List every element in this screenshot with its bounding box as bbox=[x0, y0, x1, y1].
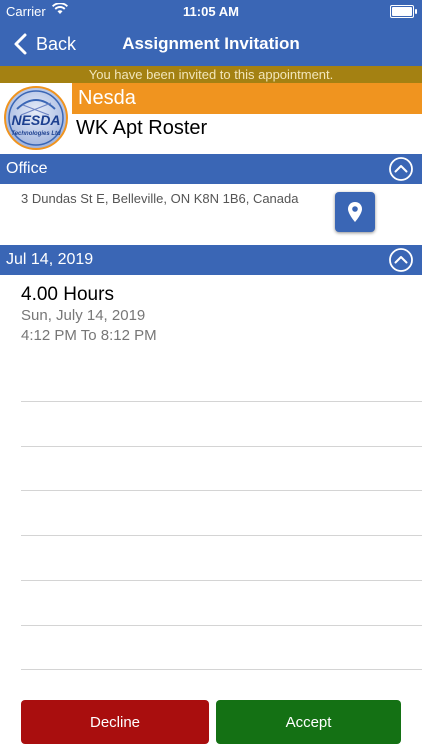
clock-time: 11:05 AM bbox=[183, 4, 239, 19]
list-divider bbox=[21, 669, 422, 670]
accept-button[interactable]: Accept bbox=[216, 700, 401, 744]
location-section-header[interactable]: Office bbox=[0, 154, 422, 184]
chevron-up-icon[interactable] bbox=[389, 248, 413, 272]
list-divider bbox=[21, 446, 422, 447]
list-divider bbox=[21, 625, 422, 626]
chevron-up-icon[interactable] bbox=[389, 157, 413, 181]
appointment-time-range: 4:12 PM To 8:12 PM bbox=[21, 327, 157, 344]
appointment-date: Sun, July 14, 2019 bbox=[21, 307, 146, 324]
duration-label: 4.00 Hours bbox=[21, 284, 114, 305]
list-divider bbox=[21, 580, 422, 581]
status-bar: Carrier 11:05 AM bbox=[0, 0, 422, 22]
schedule-section-header[interactable]: Jul 14, 2019 bbox=[0, 245, 422, 275]
list-divider bbox=[21, 490, 422, 491]
company-name: Nesda bbox=[72, 83, 422, 114]
company-logo: NESDA Technologies Ltd bbox=[2, 83, 70, 153]
map-pin-button[interactable] bbox=[335, 192, 375, 232]
map-pin-icon bbox=[348, 202, 362, 222]
chevron-left-icon bbox=[14, 33, 27, 55]
roster-name: WK Apt Roster bbox=[72, 114, 422, 154]
logo-text: NESDA bbox=[11, 112, 60, 128]
decline-button[interactable]: Decline bbox=[21, 700, 209, 744]
navigation-bar: Back Assignment Invitation bbox=[0, 22, 422, 66]
list-divider bbox=[21, 401, 422, 402]
logo-subtext: Technologies Ltd bbox=[11, 131, 61, 137]
invitation-banner: You have been invited to this appointmen… bbox=[0, 66, 422, 83]
back-label: Back bbox=[36, 33, 77, 54]
list-divider bbox=[21, 535, 422, 536]
back-button[interactable]: Back bbox=[10, 22, 76, 66]
location-header-label: Office bbox=[6, 160, 48, 177]
schedule-header-label: Jul 14, 2019 bbox=[6, 251, 94, 268]
battery-icon bbox=[390, 5, 417, 18]
location-address: 3 Dundas St E, Belleville, ON K8N 1B6, C… bbox=[21, 191, 299, 206]
